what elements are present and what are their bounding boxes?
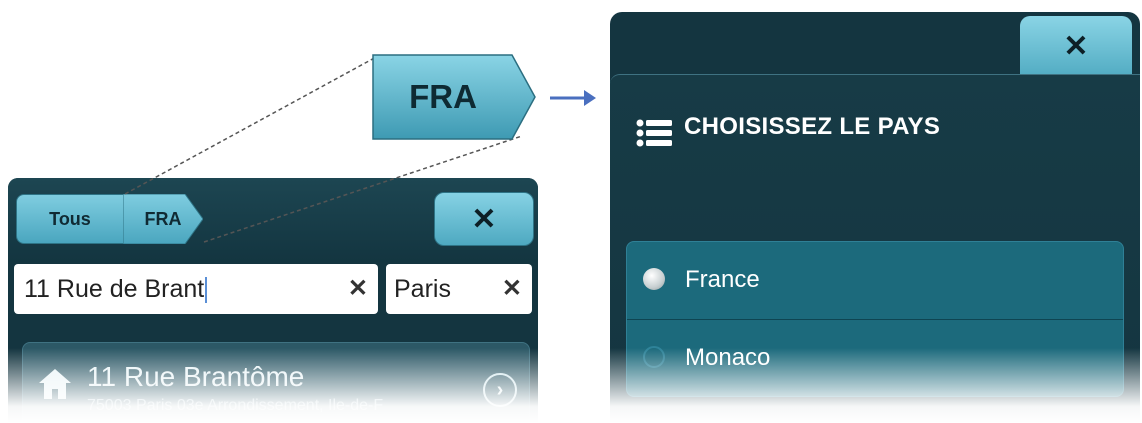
country-option-monaco[interactable]: Monaco	[627, 319, 1123, 396]
close-icon: ✕	[1063, 29, 1089, 63]
arrow-right-icon	[550, 90, 596, 106]
radio-selected-icon[interactable]	[643, 268, 665, 290]
country-select-body: CHOISISSEZ LE PAYS France Monaco	[610, 74, 1140, 423]
close-button[interactable]: ✕	[1020, 16, 1132, 76]
radio-unselected-icon[interactable]	[643, 346, 665, 368]
country-option-label: Monaco	[685, 344, 771, 371]
country-option-label: France	[685, 266, 760, 293]
list-icon	[636, 119, 672, 152]
callout-label: FRA	[409, 78, 477, 115]
fra-callout: FRA	[372, 54, 536, 140]
country-select-panel: ✕ CHOISISSEZ LE PAYS France Monaco	[610, 12, 1140, 423]
country-option-france[interactable]: France	[627, 242, 1123, 318]
page-title: CHOISISSEZ LE PAYS	[684, 113, 941, 140]
country-options-list: France Monaco	[626, 241, 1124, 397]
